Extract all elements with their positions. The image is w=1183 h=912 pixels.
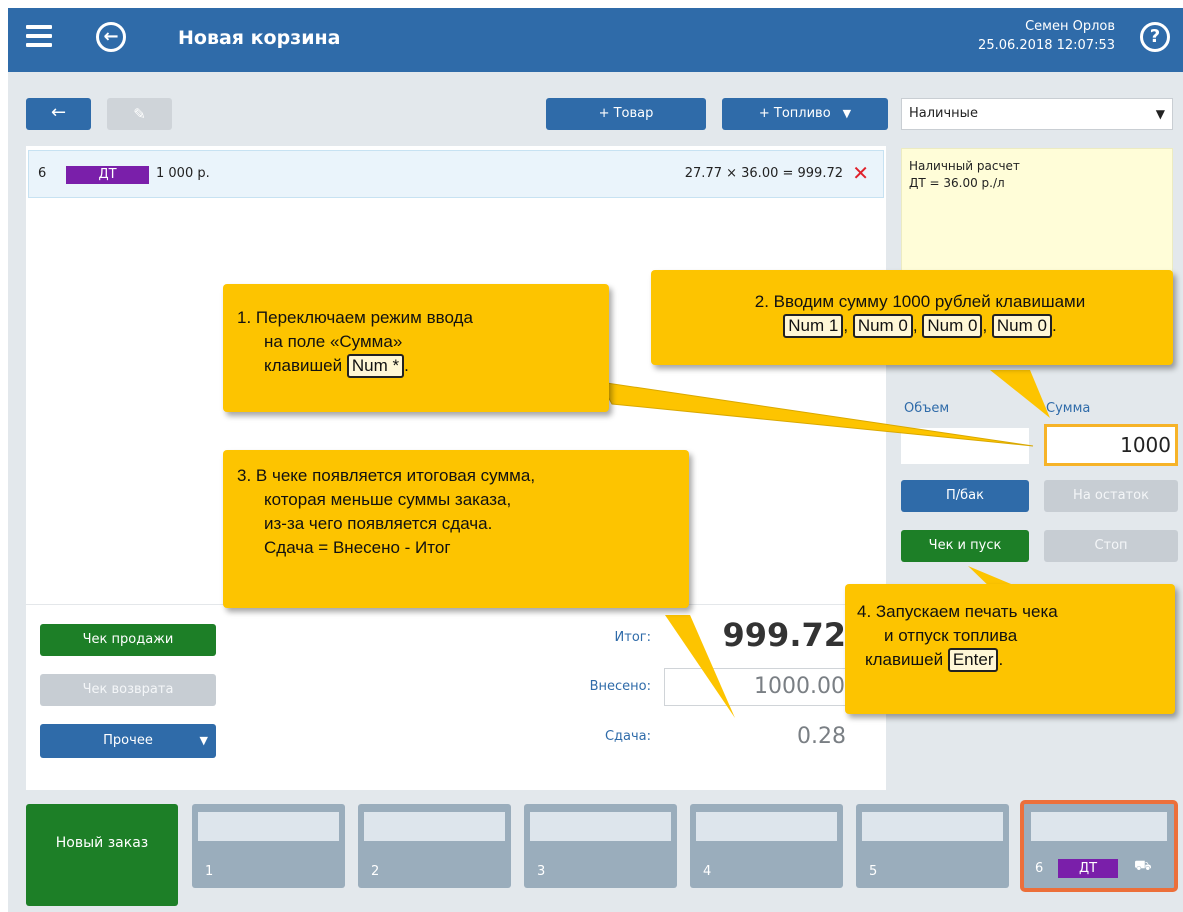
slot-preview (862, 812, 1003, 841)
payment-method-value: Наличные (909, 106, 978, 121)
hint-1-line-2: на поле «Сумма» (264, 332, 403, 351)
edit-button[interactable]: ✎ (107, 98, 172, 130)
new-order-button[interactable]: Новый заказ (26, 804, 178, 906)
sum-label: Сумма (1046, 401, 1091, 416)
chevron-down-icon: ▼ (1155, 107, 1165, 121)
user-info: Семен Орлов 25.06.2018 12:07:53 (978, 17, 1115, 55)
slot-number: 4 (703, 864, 712, 879)
paid-label: Внесено: (589, 679, 651, 694)
key-num-star: Num * (346, 354, 405, 378)
order-slot-5[interactable]: 5 (856, 804, 1009, 888)
payment-info-line: Наличный расчет (909, 159, 1020, 173)
hint-callout-4: 4. Запускаем печать чека и отпуск топлив… (845, 584, 1175, 714)
menu-icon[interactable] (26, 25, 52, 51)
help-icon[interactable]: ? (1140, 22, 1170, 52)
price-info-line: ДТ = 36.00 р./л (909, 176, 1005, 190)
key-separator: , (912, 316, 918, 335)
key-num-1: Num 1 (783, 314, 844, 338)
order-item-amount: 1 000 р. (156, 166, 210, 181)
payment-method-select[interactable]: Наличные ▼ (901, 98, 1173, 130)
hint-1-text: клавишей (264, 356, 347, 375)
hint-3-line-3: из-за чего появляется сдача. (264, 514, 493, 533)
key-num-0: Num 0 (852, 314, 913, 338)
hint-callout-3: 3. В чеке появляется итоговая сумма, кот… (223, 450, 689, 608)
order-slot-3[interactable]: 3 (524, 804, 677, 888)
other-dropdown-button[interactable]: Прочее ▼ (40, 724, 216, 758)
user-name: Семен Орлов (1025, 19, 1115, 34)
hint-1-line-1: 1. Переключаем режим ввода (237, 308, 473, 327)
full-tank-button[interactable]: П/бак (901, 480, 1029, 512)
hint-4-line-1: 4. Запускаем печать чека (857, 602, 1058, 621)
cart-back-button[interactable]: ← (26, 98, 91, 130)
fuel-type-badge: ДТ (1058, 859, 1118, 878)
back-icon[interactable]: ← (96, 22, 126, 52)
sale-receipt-button[interactable]: Чек продажи (40, 624, 216, 656)
page-title: Новая корзина (178, 27, 341, 49)
remove-item-icon[interactable]: ✕ (852, 161, 869, 185)
change-value: 0.28 (797, 724, 846, 749)
to-remainder-button[interactable]: На остаток (1044, 480, 1178, 512)
paid-input[interactable]: 1000.00 (664, 668, 850, 706)
slot-preview (1031, 812, 1167, 841)
receipt-and-start-button[interactable]: Чек и пуск (901, 530, 1029, 562)
order-item-calculation: 27.77 × 36.00 = 999.72 (684, 166, 843, 181)
slot-number: 3 (537, 864, 546, 879)
pencil-icon: ✎ (133, 105, 146, 123)
current-datetime: 25.06.2018 12:07:53 (978, 38, 1115, 53)
chevron-down-icon: ▼ (842, 107, 852, 120)
slot-number: 5 (869, 864, 878, 879)
chevron-down-icon: ▼ (199, 734, 208, 747)
slot-number: 1 (205, 864, 214, 879)
hint-4-line-3: клавишей Enter. (857, 648, 1175, 672)
hint-callout-2: 2. Вводим сумму 1000 рублей клавишами Nu… (651, 270, 1173, 365)
key-separator: , (843, 316, 849, 335)
stop-button[interactable]: Стоп (1044, 530, 1178, 562)
slot-preview (530, 812, 671, 841)
hint-2-keys: Num 1, Num 0, Num 0, Num 0. (667, 314, 1173, 338)
key-num-0: Num 0 (991, 314, 1052, 338)
hint-3-line-2: которая меньше суммы заказа, (264, 490, 512, 509)
order-slot-2[interactable]: 2 (358, 804, 511, 888)
hint-4-line-2: и отпуск топлива (884, 626, 1018, 645)
sum-input[interactable]: 1000 (1044, 424, 1178, 466)
slot-number: 6 (1035, 861, 1044, 876)
order-slot-1[interactable]: 1 (192, 804, 345, 888)
key-separator: , (982, 316, 988, 335)
total-label: Итог: (614, 630, 651, 645)
hint-4-text: клавишей (865, 650, 948, 669)
hint-4-end: . (998, 650, 1004, 669)
slot-preview (364, 812, 505, 841)
add-product-button[interactable]: + Товар (546, 98, 706, 130)
order-item-number: 6 (38, 166, 47, 181)
volume-input[interactable] (901, 428, 1029, 464)
return-receipt-button[interactable]: Чек возврата (40, 674, 216, 706)
key-num-0: Num 0 (922, 314, 983, 338)
volume-label: Объем (904, 401, 950, 416)
hint-2-end: . (1051, 316, 1057, 335)
order-slot-6-active[interactable]: 6 ДТ ⛟ (1020, 800, 1178, 892)
order-item-row[interactable]: 6 ДТ 1 000 р. 27.77 × 36.00 = 999.72 ✕ (28, 150, 884, 198)
change-label: Сдача: (604, 729, 651, 744)
other-label: Прочее (103, 733, 153, 748)
total-value: 999.72 (722, 616, 846, 654)
slot-number: 2 (371, 864, 380, 879)
slot-preview (696, 812, 837, 841)
hint-3-line-1: 3. В чеке появляется итоговая сумма, (237, 466, 536, 485)
hint-callout-1: 1. Переключаем режим ввода на поле «Сумм… (223, 284, 609, 412)
add-fuel-label: + Топливо (758, 106, 831, 121)
hint-1-line-3: клавишей Num *. (237, 354, 609, 378)
app-header: ← Новая корзина Семен Орлов 25.06.2018 1… (8, 8, 1183, 72)
fuel-type-badge: ДТ (66, 166, 149, 184)
add-fuel-button[interactable]: + Топливо ▼ (722, 98, 888, 130)
hint-1-end: . (404, 356, 409, 375)
order-slot-4[interactable]: 4 (690, 804, 843, 888)
slot-preview (198, 812, 339, 841)
key-enter: Enter (947, 648, 999, 672)
hint-3-line-4: Сдача = Внесено - Итог (264, 538, 451, 557)
hint-2-line-1: 2. Вводим сумму 1000 рублей клавишами (754, 292, 1086, 311)
cart-icon: ⛟ (1134, 858, 1152, 874)
